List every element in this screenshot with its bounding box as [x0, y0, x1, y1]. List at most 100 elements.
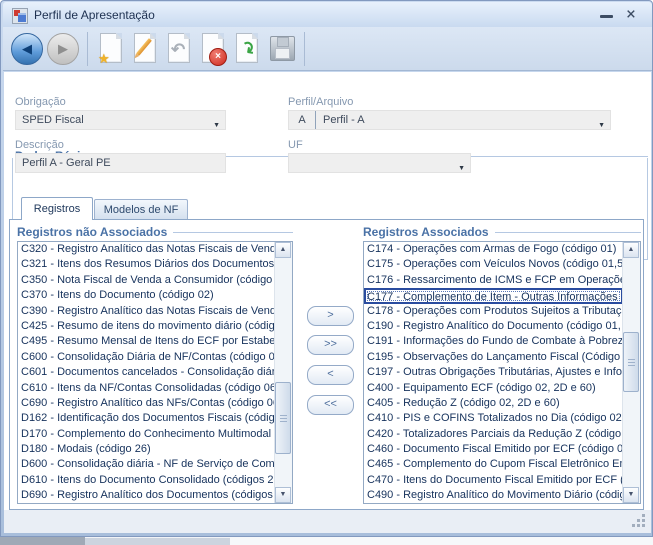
chevron-down-icon: ▼	[458, 160, 465, 173]
list-item[interactable]: C470 - Itens do Documento Fiscal Emitido…	[364, 473, 623, 488]
star-icon: ★	[98, 51, 110, 67]
toolbar-separator	[87, 32, 88, 66]
list-item[interactable]: D180 - Modais (código 26)	[18, 442, 275, 457]
titlebar[interactable]: Perfil de Apresentação ×	[3, 2, 652, 27]
list-item[interactable]: C690 - Registro Analítico das NFs/Contas…	[18, 396, 275, 411]
list-items: C320 - Registro Analítico das Notas Fisc…	[18, 242, 275, 503]
background-strip	[85, 537, 230, 545]
list-item[interactable]: C405 - Redução Z (código 02, 2D e 60)	[364, 396, 623, 411]
left-scrollbar[interactable]: ▲ ▼	[274, 242, 292, 503]
undo-button[interactable]: ↶	[165, 32, 193, 66]
move-right-button[interactable]: >	[307, 306, 354, 326]
list-item[interactable]: C400 - Equipamento ECF (código 02, 2D e …	[364, 381, 623, 396]
list-item[interactable]: D610 - Itens do Documento Consolidado (c…	[18, 473, 275, 488]
chevron-down-icon: ▼	[213, 117, 220, 130]
new-record-button[interactable]: ★	[97, 32, 125, 66]
nav-back-button[interactable]: ◀	[11, 33, 43, 65]
scrollbar-thumb[interactable]	[623, 332, 639, 392]
scroll-up-button[interactable]: ▲	[275, 242, 291, 258]
back-arrow-icon: ◀	[22, 41, 32, 56]
list-item[interactable]: C197 - Outras Obrigações Tributárias, Aj…	[364, 365, 623, 380]
chevron-down-icon: ▼	[598, 117, 605, 130]
scroll-down-button[interactable]: ▼	[623, 487, 639, 503]
toolbar: ◀ ▶ ★ ↶ × ↷	[3, 27, 652, 71]
list-item[interactable]: C191 - Informações do Fundo de Combate à…	[364, 334, 623, 349]
tab-registros[interactable]: Registros	[21, 197, 93, 220]
list-item[interactable]: C350 - Nota Fiscal de Venda a Consumidor…	[18, 273, 275, 288]
list-item[interactable]: C175 - Operações com Veículos Novos (cód…	[364, 257, 623, 272]
left-list-caption: Registros não Associados	[17, 225, 293, 239]
background-strip	[230, 537, 653, 545]
tab-modelos-de-nf[interactable]: Modelos de NF	[94, 199, 188, 220]
list-item[interactable]: C190 - Registro Analítico do Documento (…	[364, 319, 623, 334]
list-item[interactable]: C460 - Documento Fiscal Emitido por ECF …	[364, 442, 623, 457]
close-button[interactable]: ×	[623, 7, 639, 23]
list-item[interactable]: C195 - Observações do Lançamento Fiscal …	[364, 350, 623, 365]
form-icon	[12, 8, 28, 24]
obrigacao-combobox[interactable]: SPED Fiscal ▼	[15, 110, 226, 130]
right-list-caption: Registros Associados	[363, 225, 641, 239]
list-item-selected[interactable]: C177 - Complemento de Item - Outras Info…	[364, 288, 623, 303]
forward-arrow-icon: ▶	[58, 41, 68, 56]
uf-label: UF	[288, 139, 303, 151]
caption-line	[173, 232, 293, 233]
list-item[interactable]: D170 - Complemento do Conhecimento Multi…	[18, 427, 275, 442]
descricao-field[interactable]: Perfil A - Geral PE	[15, 153, 226, 173]
edit-record-button[interactable]	[131, 32, 159, 66]
right-scrollbar[interactable]: ▲ ▼	[622, 242, 640, 503]
list-item[interactable]: C174 - Operações com Armas de Fogo (códi…	[364, 242, 623, 257]
background-strip	[0, 537, 85, 545]
list-item[interactable]: C610 - Itens da NF/Contas Consolidadas (…	[18, 381, 275, 396]
list-item[interactable]: C370 - Itens do Documento (código 02)	[18, 288, 275, 303]
undo-arrow-icon: ↶	[171, 40, 185, 60]
list-item[interactable]: C425 - Resumo de itens do movimento diár…	[18, 319, 275, 334]
list-item[interactable]: C465 - Complemento do Cupom Fiscal Eletr…	[364, 457, 623, 472]
move-left-button[interactable]: <	[307, 365, 354, 385]
list-item[interactable]: C600 - Consolidação Diária de NF/Contas …	[18, 350, 275, 365]
obrigacao-value: SPED Fiscal	[22, 114, 84, 126]
nav-forward-button[interactable]: ▶	[47, 33, 79, 65]
scroll-down-button[interactable]: ▼	[275, 487, 291, 503]
descricao-value: Perfil A - Geral PE	[22, 157, 111, 169]
perfil-arquivo-combobox[interactable]: A Perfil - A ▼	[288, 110, 611, 130]
window-title: Perfil de Apresentação	[34, 8, 155, 22]
save-button[interactable]	[267, 32, 295, 66]
obrigacao-label: Obrigação	[15, 96, 66, 108]
list-item[interactable]: C490 - Registro Analítico do Movimento D…	[364, 488, 623, 503]
list-item[interactable]: C390 - Registro Analítico das Notas Fisc…	[18, 304, 275, 319]
left-list-caption-text: Registros não Associados	[17, 225, 167, 239]
list-item[interactable]: C420 - Totalizadores Parciais da Redução…	[364, 427, 623, 442]
descricao-label: Descrição	[15, 139, 64, 151]
scrollbar-thumb[interactable]	[275, 382, 291, 454]
list-item[interactable]: D600 - Consolidação diária - NF de Servi…	[18, 457, 275, 472]
app-window: Perfil de Apresentação × ◀ ▶ ★ ↶ × ↷	[0, 0, 653, 537]
list-item[interactable]: D690 - Registro Analítico dos Documentos…	[18, 488, 275, 503]
list-items: C174 - Operações com Armas de Fogo (códi…	[364, 242, 623, 503]
list-item[interactable]: D162 - Identificação dos Documentos Fisc…	[18, 411, 275, 426]
minimize-button[interactable]	[599, 10, 615, 22]
perfil-value: Perfil - A	[323, 114, 365, 126]
uf-combobox[interactable]: ▼	[288, 153, 471, 173]
delete-x-icon: ×	[209, 48, 227, 66]
move-all-left-button[interactable]: <<	[307, 395, 354, 415]
list-item[interactable]: C601 - Documentos cancelados - Consolida…	[18, 365, 275, 380]
perfil-arquivo-label: Perfil/Arquivo	[288, 96, 353, 108]
list-item[interactable]: C410 - PIS e COFINS Totalizados no Dia (…	[364, 411, 623, 426]
delete-record-button[interactable]: ×	[199, 32, 227, 66]
right-list-caption-text: Registros Associados	[363, 225, 489, 239]
toolbar-separator	[304, 32, 305, 66]
list-item[interactable]: C320 - Registro Analítico das Notas Fisc…	[18, 242, 275, 257]
perfil-code: A	[289, 111, 316, 129]
status-strip	[4, 510, 651, 533]
list-item[interactable]: C321 - Itens dos Resumos Diários dos Doc…	[18, 257, 275, 272]
list-item[interactable]: C178 - Operações com Produtos Sujeitos a…	[364, 304, 623, 319]
scroll-up-button[interactable]: ▲	[623, 242, 639, 258]
registros-nao-associados-listbox[interactable]: C320 - Registro Analítico das Notas Fisc…	[17, 241, 293, 504]
list-item[interactable]: C176 - Ressarcimento de ICMS e FCP em Op…	[364, 273, 623, 288]
move-all-right-button[interactable]: >>	[307, 335, 354, 355]
floppy-disk-icon	[270, 36, 295, 61]
resize-grip[interactable]	[633, 515, 645, 527]
list-item[interactable]: C495 - Resumo Mensal de Itens do ECF por…	[18, 334, 275, 349]
registros-associados-listbox[interactable]: C174 - Operações com Armas de Fogo (códi…	[363, 241, 641, 504]
confirm-button[interactable]: ↷	[233, 32, 261, 66]
